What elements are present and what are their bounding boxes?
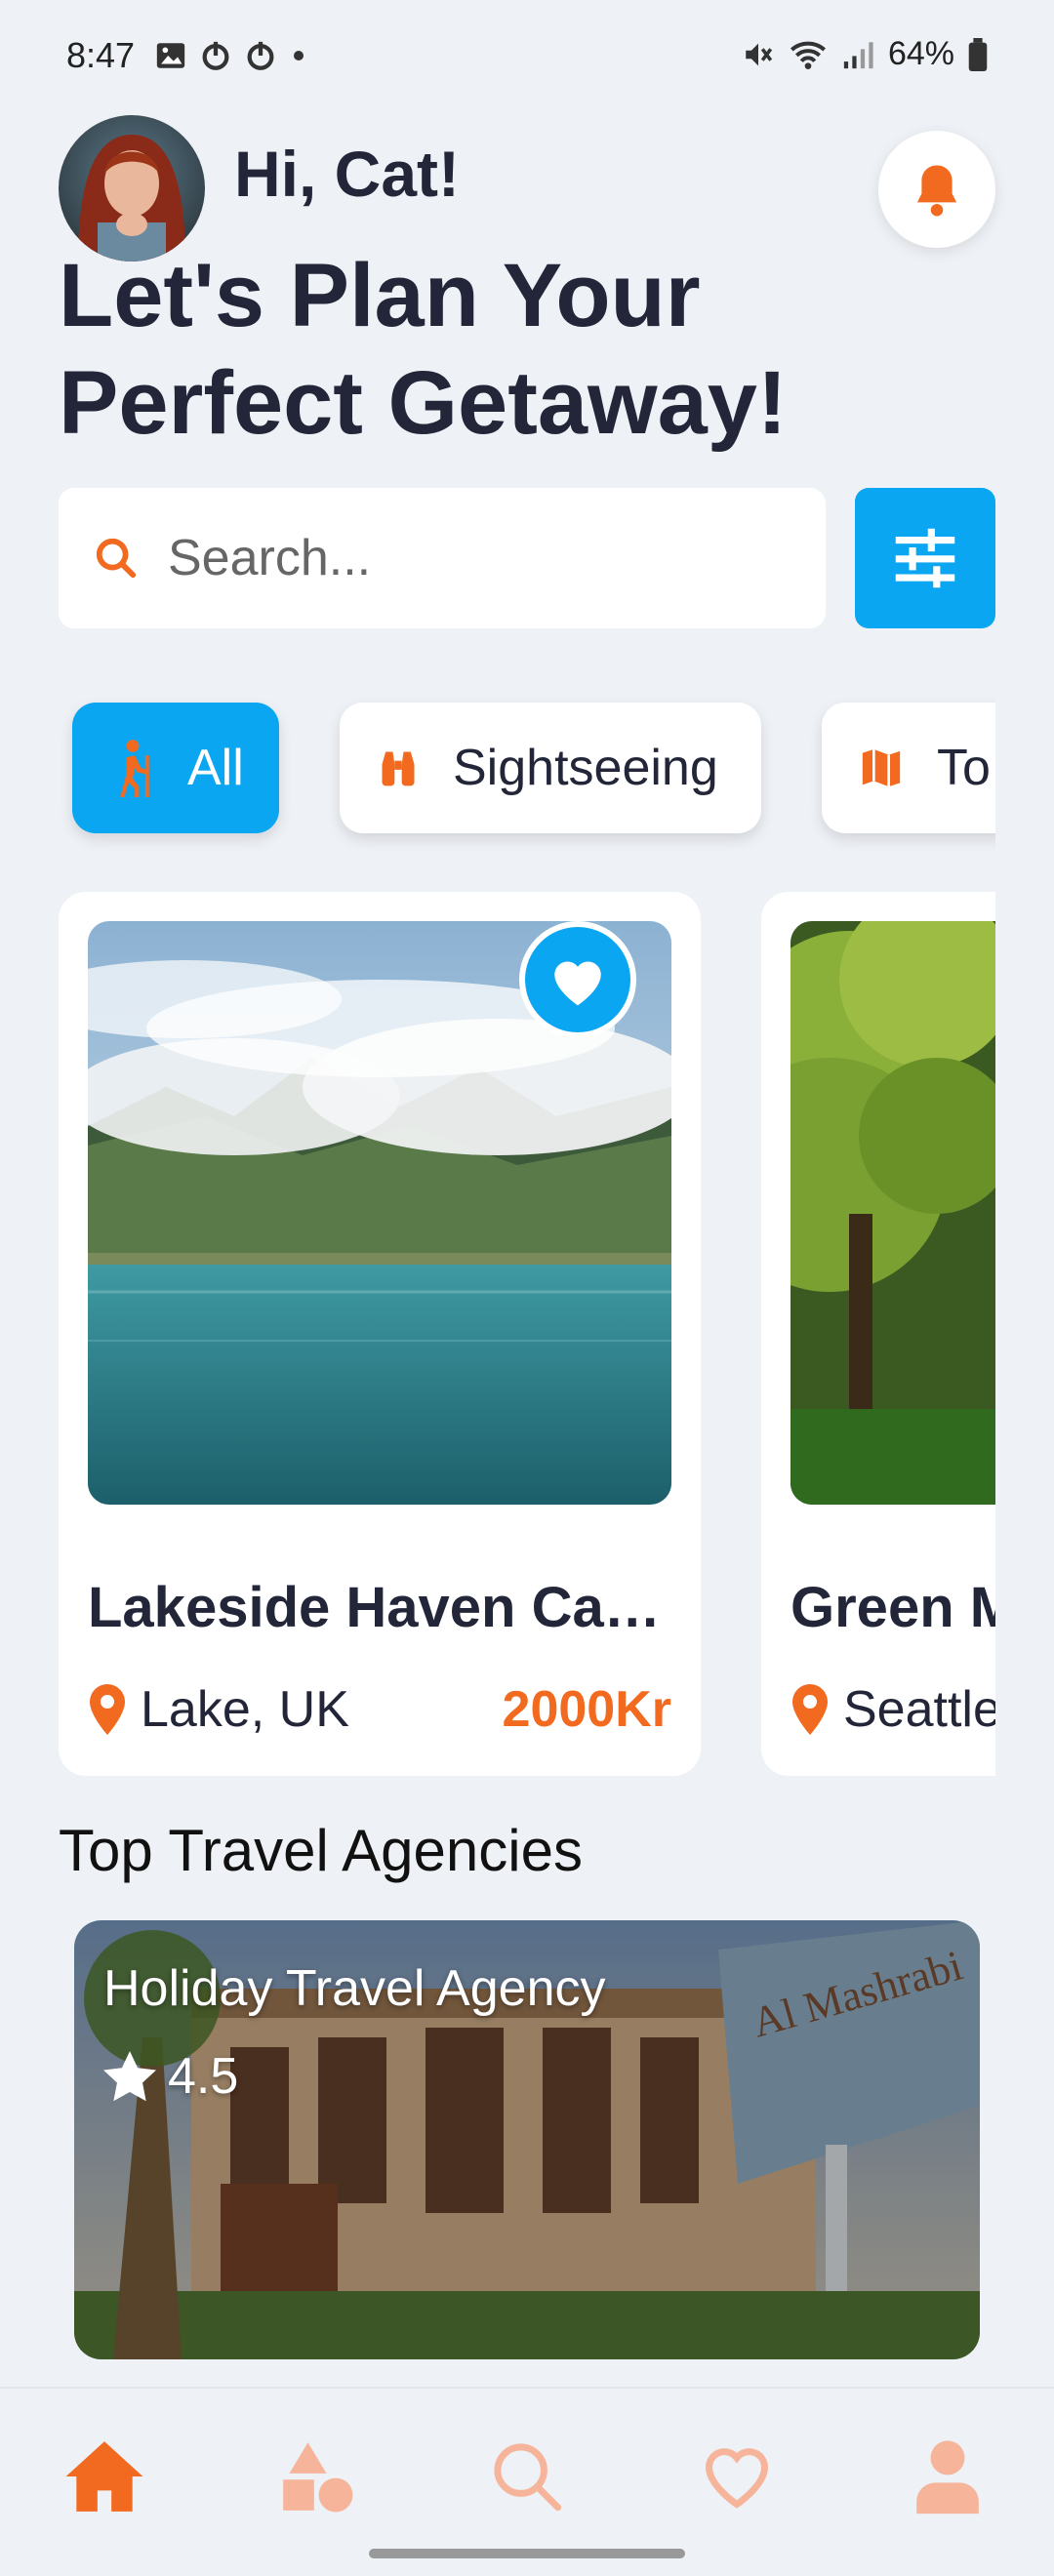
category-chip-all[interactable]: All (72, 703, 279, 833)
nav-favorites[interactable] (683, 2428, 790, 2525)
power-icon (247, 41, 274, 70)
hiking-icon (111, 739, 154, 797)
map-icon (859, 745, 904, 790)
bottom-nav (0, 2387, 1054, 2576)
wifi-icon (790, 41, 826, 69)
destination-carousel: Lakeside Haven Ca… Lake, UK 2000Kr Green… (0, 892, 995, 1780)
category-label: To (937, 740, 991, 796)
notifications-button[interactable] (878, 131, 995, 248)
location-pin-icon (790, 1684, 830, 1735)
agency-name: Holiday Travel Agency (103, 1960, 606, 2017)
category-chip-sightseeing[interactable]: Sightseeing (340, 703, 761, 833)
power-icon (202, 41, 229, 70)
home-icon (65, 2441, 143, 2512)
filter-sliders-icon (895, 528, 955, 588)
destination-card[interactable]: Green M Seattle (761, 892, 995, 1776)
avatar-image (59, 115, 205, 262)
destination-price: 2000Kr (502, 1681, 671, 1738)
heart-icon (706, 2448, 768, 2509)
destination-location: Seattle (790, 1680, 995, 1739)
category-chips: All Sightseeing To (0, 683, 995, 859)
nav-profile[interactable] (894, 2428, 1001, 2525)
status-bar: 8:47 64% (0, 0, 1054, 113)
filter-button[interactable] (855, 488, 995, 628)
page-headline: Let's Plan Your Perfect Getaway! (59, 246, 788, 453)
agency-card[interactable]: Al Mashrabi Holiday Travel Agency 4.5 (74, 1920, 980, 2359)
category-label: Sightseeing (453, 740, 718, 796)
nav-categories[interactable] (264, 2428, 371, 2525)
status-left-icons (154, 39, 308, 72)
battery-percent: 64% (887, 35, 954, 72)
location-text: Lake, UK (141, 1681, 349, 1738)
mute-icon (746, 43, 773, 65)
greeting: Hi, Cat! (234, 138, 460, 210)
location-text: Seattle (843, 1681, 995, 1738)
star-icon (103, 2051, 156, 2102)
category-chip-tours[interactable]: To (822, 703, 995, 833)
section-title-agencies: Top Travel Agencies (59, 1818, 583, 1883)
status-right: 64% (742, 35, 988, 73)
shapes-icon (283, 2442, 353, 2513)
destination-card[interactable]: Lakeside Haven Ca… Lake, UK 2000Kr (59, 892, 701, 1776)
favorite-button[interactable] (519, 921, 636, 1038)
destination-name: Lakeside Haven Ca… (88, 1576, 661, 1639)
user-icon (916, 2440, 979, 2515)
signal-icon (843, 41, 873, 68)
heart-icon (554, 961, 601, 1006)
agency-rating: 4.5 (103, 2047, 238, 2106)
destination-location: Lake, UK (88, 1680, 349, 1739)
nav-search[interactable] (473, 2428, 581, 2525)
battery-icon (968, 37, 988, 71)
search-input[interactable] (168, 529, 792, 587)
search-bar[interactable] (59, 488, 826, 628)
status-time: 8:47 (66, 35, 136, 75)
nav-home[interactable] (51, 2428, 158, 2525)
dot-icon (294, 51, 304, 60)
destination-name: Green M (790, 1576, 995, 1639)
binoculars-icon (377, 746, 420, 789)
location-pin-icon (88, 1684, 127, 1735)
bell-icon (916, 165, 957, 217)
rating-value: 4.5 (168, 2048, 239, 2105)
avatar[interactable] (59, 115, 205, 262)
home-indicator[interactable] (369, 2549, 685, 2558)
category-label: All (187, 740, 244, 796)
destination-photo (790, 921, 995, 1505)
search-icon (96, 538, 137, 579)
search-icon (494, 2443, 562, 2512)
gallery-icon (156, 43, 185, 68)
